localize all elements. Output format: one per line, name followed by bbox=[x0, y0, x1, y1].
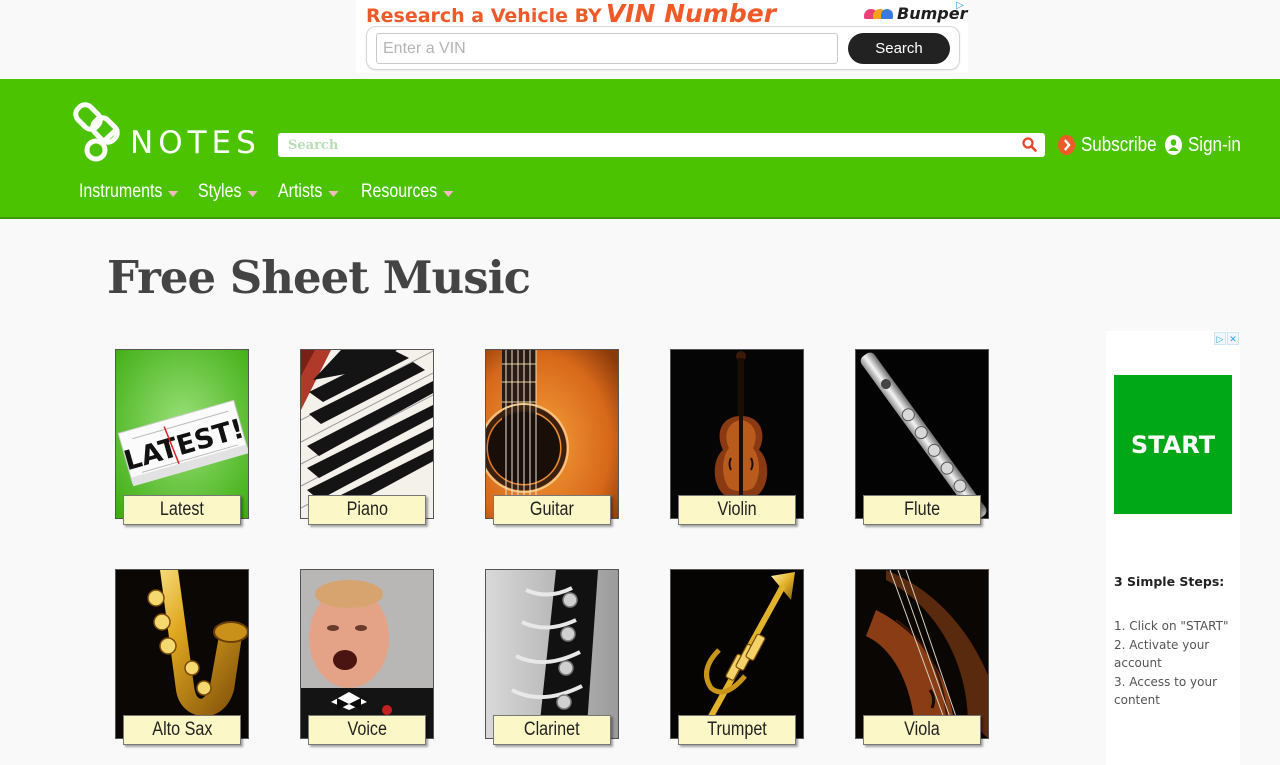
tile-label[interactable]: Latest bbox=[123, 495, 241, 525]
side-ad[interactable]: ▷ ✕ START 3 Simple Steps: 1. Click on "S… bbox=[1106, 331, 1240, 765]
ad-choices: ▷ ✕ bbox=[1214, 332, 1239, 345]
tile-label-text[interactable]: Viola bbox=[904, 716, 940, 744]
logo-mark-icon bbox=[73, 102, 120, 162]
singer-image bbox=[301, 570, 433, 738]
nav-label[interactable]: Artists bbox=[278, 181, 322, 203]
instrument-tile-viola[interactable]: Viola bbox=[855, 569, 989, 745]
violin-image bbox=[671, 350, 803, 518]
bumper-logo-icon bbox=[864, 5, 894, 21]
latest-newspaper-image: LATEST! bbox=[116, 350, 248, 518]
clarinet-image bbox=[486, 570, 618, 738]
tile-label-text[interactable]: Flute bbox=[904, 496, 940, 524]
tile-label[interactable]: Viola bbox=[863, 715, 981, 745]
instrument-tile-clarinet[interactable]: Clarinet bbox=[485, 569, 619, 745]
tile-label-text[interactable]: Guitar bbox=[530, 496, 574, 524]
tile-label[interactable]: Guitar bbox=[493, 495, 611, 525]
vin-input[interactable] bbox=[376, 33, 838, 64]
guitar-image bbox=[486, 350, 618, 518]
tile-label-text[interactable]: Alto Sax bbox=[152, 716, 212, 744]
subscribe-label[interactable]: Subscribe bbox=[1081, 134, 1157, 157]
steps-title: 3 Simple Steps: bbox=[1114, 574, 1225, 589]
trumpet-image bbox=[671, 570, 803, 738]
nav-label[interactable]: Instruments bbox=[79, 181, 162, 203]
chevron-down-icon bbox=[443, 190, 454, 197]
nav-item-styles[interactable]: Styles bbox=[198, 179, 258, 205]
top-banner-ad[interactable]: Research a Vehicle BY VIN Number Bumper ▷… bbox=[356, 0, 968, 73]
tile-label-text[interactable]: Piano bbox=[346, 496, 387, 524]
steps-list: 1. Click on "START" 2. Activate your acc… bbox=[1114, 617, 1238, 710]
instrument-tile-alto-sax[interactable]: Alto Sax bbox=[115, 569, 249, 745]
site-search bbox=[278, 133, 1045, 157]
signin-link[interactable]: Sign-in bbox=[1165, 131, 1241, 159]
subscribe-icon bbox=[1058, 135, 1075, 155]
site-search-input[interactable] bbox=[278, 133, 1018, 157]
chevron-down-icon bbox=[168, 190, 179, 197]
tile-label-text[interactable]: Clarinet bbox=[524, 716, 580, 744]
step-item: 3. Access to your content bbox=[1114, 674, 1218, 708]
vin-search-form: Search bbox=[366, 26, 960, 70]
tile-label-text[interactable]: Latest bbox=[160, 496, 204, 524]
instrument-tile-latest[interactable]: LATEST! Latest bbox=[115, 349, 249, 525]
page-title: Free Sheet Music bbox=[107, 251, 531, 304]
vin-search-button[interactable]: Search bbox=[848, 33, 950, 64]
ad-headline-emphasis[interactable]: VIN Number bbox=[606, 0, 776, 28]
instrument-tile-violin[interactable]: Violin bbox=[670, 349, 804, 525]
site-logo[interactable]: NOTES bbox=[72, 95, 262, 165]
nav-label[interactable]: Resources bbox=[361, 181, 437, 203]
ad-choices-icon[interactable]: ▷ bbox=[954, 0, 966, 12]
nav-item-instruments[interactable]: Instruments bbox=[79, 179, 179, 205]
logo-text: NOTES bbox=[130, 125, 261, 161]
ad-headline-text[interactable]: Research a Vehicle BY bbox=[366, 5, 602, 27]
instrument-tile-voice[interactable]: Voice bbox=[300, 569, 434, 745]
subscribe-link[interactable]: Subscribe bbox=[1058, 131, 1157, 159]
saxophone-image bbox=[116, 570, 248, 738]
nav-item-resources[interactable]: Resources bbox=[361, 179, 454, 205]
tile-label[interactable]: Alto Sax bbox=[123, 715, 241, 745]
nav-item-artists[interactable]: Artists bbox=[278, 179, 339, 205]
viola-image bbox=[856, 570, 988, 738]
instrument-tile-guitar[interactable]: Guitar bbox=[485, 349, 619, 525]
tile-label[interactable]: Voice bbox=[308, 715, 426, 745]
step-item: 1. Click on "START" bbox=[1114, 619, 1229, 633]
piano-keys-image bbox=[301, 350, 433, 518]
tile-label-text[interactable]: Violin bbox=[717, 496, 756, 524]
nav-label[interactable]: Styles bbox=[198, 181, 241, 203]
user-icon bbox=[1165, 135, 1182, 155]
tile-label-text[interactable]: Voice bbox=[347, 716, 387, 744]
ad-choices-icon[interactable]: ▷ bbox=[1214, 332, 1226, 345]
site-header: NOTES Subscribe Sign-in Instruments Styl… bbox=[0, 79, 1280, 219]
tile-label[interactable]: Clarinet bbox=[493, 715, 611, 745]
ad-brand[interactable]: Bumper bbox=[864, 2, 967, 24]
tile-label-text[interactable]: Trumpet bbox=[707, 716, 767, 744]
search-icon[interactable] bbox=[1021, 136, 1039, 154]
instrument-tile-trumpet[interactable]: Trumpet bbox=[670, 569, 804, 745]
step-item: 2. Activate your account bbox=[1114, 637, 1210, 671]
close-icon[interactable]: ✕ bbox=[1227, 332, 1239, 345]
flute-image bbox=[856, 350, 988, 518]
start-button[interactable]: START bbox=[1114, 375, 1232, 514]
tile-label[interactable]: Piano bbox=[308, 495, 426, 525]
chevron-down-icon bbox=[328, 190, 339, 197]
tile-label[interactable]: Flute bbox=[863, 495, 981, 525]
signin-label[interactable]: Sign-in bbox=[1188, 134, 1241, 157]
instrument-tile-piano[interactable]: Piano bbox=[300, 349, 434, 525]
instrument-tile-flute[interactable]: Flute bbox=[855, 349, 989, 525]
tile-label[interactable]: Trumpet bbox=[678, 715, 796, 745]
chevron-down-icon bbox=[247, 190, 258, 197]
tile-label[interactable]: Violin bbox=[678, 495, 796, 525]
